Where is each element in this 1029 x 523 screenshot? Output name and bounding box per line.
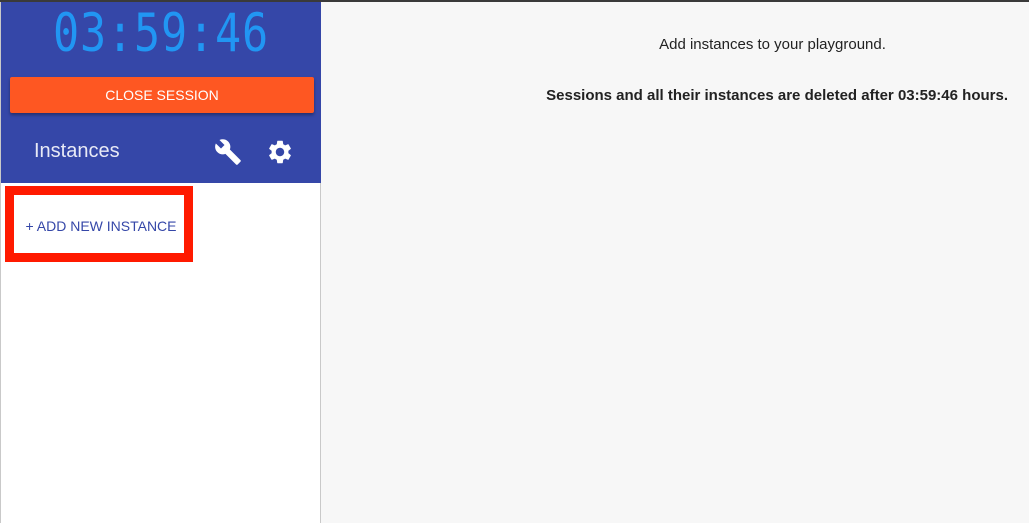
sidebar-header: 03:59:46 CLOSE SESSION Instances — [1, 2, 321, 183]
instances-title: Instances — [34, 140, 120, 162]
wrench-icon[interactable] — [214, 138, 242, 166]
add-instances-message: Add instances to your playground. — [659, 36, 886, 53]
notice-time: 03:59:46 — [897, 87, 958, 104]
session-timer: 03:59:46 — [53, 3, 269, 64]
notice-suffix: hours. — [957, 87, 1008, 104]
app-window: 03:59:46 CLOSE SESSION Instances + ADD N… — [0, 0, 1029, 523]
add-instance-highlight: + ADD NEW INSTANCE — [5, 186, 193, 262]
add-new-instance-button[interactable]: + ADD NEW INSTANCE — [18, 208, 184, 244]
gear-icon[interactable] — [266, 138, 294, 166]
session-deletion-notice: Sessions and all their instances are del… — [521, 87, 1008, 105]
sidebar: 03:59:46 CLOSE SESSION Instances + ADD N… — [0, 2, 321, 523]
close-session-button[interactable]: CLOSE SESSION — [10, 77, 314, 113]
notice-prefix: Sessions and all their instances are del… — [546, 87, 898, 104]
